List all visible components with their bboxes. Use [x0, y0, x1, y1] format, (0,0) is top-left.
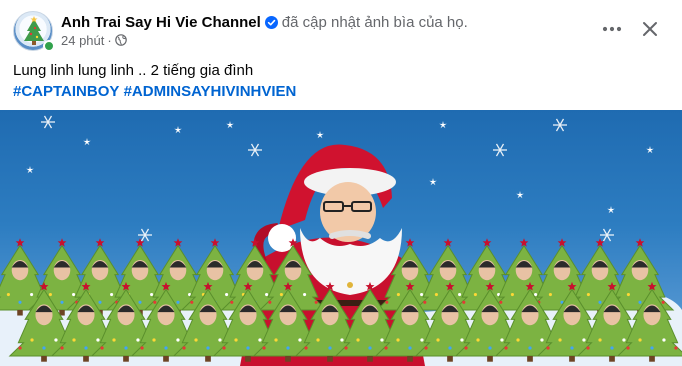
page-name-link[interactable]: Anh Trai Say Hi Vie Channel — [61, 14, 261, 31]
snowflake-5 — [41, 115, 55, 129]
snowflake-2 — [493, 143, 507, 157]
christmas-cover-illustration — [0, 115, 682, 366]
close-post-button[interactable] — [635, 14, 665, 44]
sparkle-star-1 — [429, 178, 437, 186]
sparkle-star-8 — [646, 146, 654, 154]
hashtag-adminsayhivinhvien[interactable]: #ADMINSAYHIVINHVIEN — [124, 83, 297, 100]
facebook-post: Anh Trai Say Hi Vie Channel đã cập nhật … — [0, 0, 682, 366]
globe-icon[interactable] — [114, 34, 127, 46]
post-meta: 24 phút · — [61, 32, 127, 48]
sparkle-star-3 — [83, 138, 91, 146]
sparkle-star-7 — [316, 131, 324, 139]
hashtag-captainboy[interactable]: #CAPTAINBOY — [13, 83, 119, 100]
sparkle-star-6 — [226, 121, 234, 129]
more-options-button[interactable] — [597, 14, 627, 44]
sparkle-star-2 — [439, 121, 447, 129]
verified-badge-icon — [264, 15, 278, 29]
snowflake-1 — [248, 143, 262, 157]
post-caption: Lung linh lung linh .. 2 tiếng gia đình … — [13, 60, 296, 102]
meta-separator: · — [107, 32, 112, 48]
close-icon — [643, 22, 657, 36]
author-row: Anh Trai Say Hi Vie Channel đã cập nhật … — [61, 12, 468, 32]
hashtag-row: #CAPTAINBOY #ADMINSAYHIVINHVIEN — [13, 81, 296, 102]
sparkle-star-10 — [516, 191, 524, 199]
cover-photo[interactable] — [0, 110, 682, 366]
caption-text: Lung linh lung linh .. 2 tiếng gia đình — [13, 62, 254, 79]
snowflake-6 — [553, 118, 567, 132]
online-status-dot — [43, 40, 55, 52]
snowflake-4 — [600, 228, 614, 242]
post-action-text: đã cập nhật ảnh bìa của họ. — [281, 13, 468, 31]
sparkle-star-4 — [174, 126, 182, 134]
post-timestamp[interactable]: 24 phút — [61, 33, 104, 48]
sparkle-star-5 — [607, 206, 615, 214]
sparkle-star-9 — [26, 166, 34, 174]
more-options-icon — [602, 26, 622, 32]
post-header: Anh Trai Say Hi Vie Channel đã cập nhật … — [0, 0, 682, 56]
